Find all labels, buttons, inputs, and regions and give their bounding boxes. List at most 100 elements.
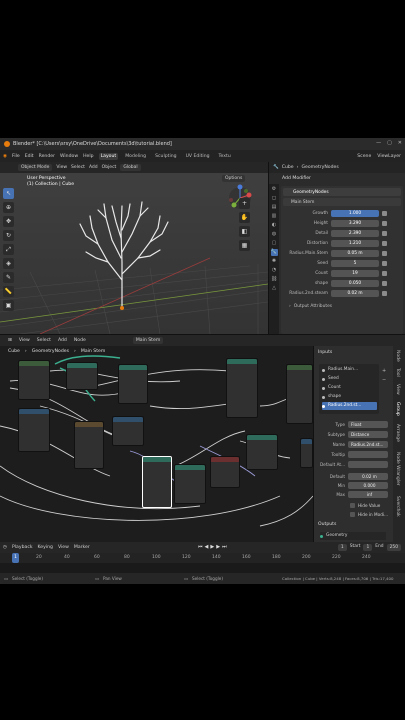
maximize-icon[interactable]: ▢ xyxy=(387,140,392,146)
modifier-tab-icon[interactable]: 🔧 xyxy=(270,249,278,256)
timeline-menu-marker[interactable]: Marker xyxy=(74,545,90,550)
pan-hand-icon[interactable]: ✋ xyxy=(239,212,250,223)
group-inputs-list[interactable]: Radius.Main... Seed Count shape Radius.2… xyxy=(319,364,379,414)
keyframe-icon[interactable] xyxy=(382,291,387,296)
subtype-field[interactable]: Subtype Distance xyxy=(316,430,392,438)
editor-type-icon[interactable]: ⊞ xyxy=(8,338,12,343)
default-attribute-field[interactable]: Default At... xyxy=(316,460,392,468)
workspace-tab-sculpting[interactable]: Sculpting xyxy=(153,153,178,160)
close-icon[interactable]: ✕ xyxy=(398,140,402,146)
tab-node[interactable]: Node xyxy=(395,350,400,362)
play-icon[interactable]: ▶ xyxy=(210,544,214,550)
minimize-icon[interactable]: — xyxy=(376,140,381,146)
cursor-icon[interactable]: ⊕ xyxy=(3,202,14,213)
node-noise-texture[interactable] xyxy=(74,421,104,469)
keyframe-icon[interactable] xyxy=(382,231,387,236)
output-item[interactable]: Geometry xyxy=(320,532,386,540)
zoom-icon[interactable]: + xyxy=(239,198,250,209)
workspace-tab-uv-editing[interactable]: UV Editing xyxy=(184,153,212,160)
viewport-menu-object[interactable]: Object xyxy=(102,165,117,170)
node-menu-select[interactable]: Select xyxy=(37,338,51,343)
render-tab-icon[interactable]: ◻ xyxy=(271,195,278,202)
menu-window[interactable]: Window xyxy=(60,154,78,159)
viewport-menu-add[interactable]: Add xyxy=(89,165,98,170)
keyframe-icon[interactable] xyxy=(382,281,387,286)
max-value-field[interactable]: Max inf xyxy=(316,490,392,498)
select-box-icon[interactable]: ↖ xyxy=(3,188,14,199)
output-tab-icon[interactable]: ▤ xyxy=(271,204,278,211)
field-detail[interactable]: Detail 2.390 xyxy=(285,229,403,238)
node-instance-on-points[interactable] xyxy=(142,456,172,508)
field-radius-2nd-steam[interactable]: Radius.2nd.steam 0.02 m xyxy=(285,289,403,298)
timeline-editor-icon[interactable]: ◷ xyxy=(3,545,7,550)
move-icon[interactable]: ✥ xyxy=(3,216,14,227)
node-group-dropdown[interactable]: Main Stem xyxy=(132,337,164,344)
keyframe-icon[interactable] xyxy=(382,251,387,256)
input-item[interactable]: shape xyxy=(322,393,377,401)
keyframe-icon[interactable] xyxy=(382,241,387,246)
tool-tab-icon[interactable]: ⚙ xyxy=(271,186,278,193)
playback-menu[interactable]: Playback xyxy=(12,545,33,550)
object-tab-icon[interactable]: ▢ xyxy=(271,240,278,247)
remove-input-icon[interactable]: − xyxy=(382,377,386,383)
input-item[interactable]: Radius.Main... xyxy=(322,366,377,374)
crumb-group[interactable]: Main Stem xyxy=(81,349,105,354)
next-keyframe-icon[interactable]: ▶ xyxy=(216,544,220,550)
data-tab-icon[interactable]: △ xyxy=(271,285,278,292)
scene-selector[interactable]: Scene xyxy=(357,154,371,159)
tab-node-wrangler[interactable]: Node Wrangler xyxy=(395,452,400,486)
name-field[interactable]: Name Radius.2nd.st... xyxy=(316,440,392,448)
jump-end-icon[interactable]: ⏭ xyxy=(222,544,227,550)
tab-sverchok[interactable]: Sverchok xyxy=(395,496,400,517)
grid-icon[interactable]: ▦ xyxy=(239,240,250,251)
node-group-selector[interactable]: Main Stem xyxy=(283,198,401,206)
field-radius-main-stem[interactable]: Radius.Main.Stem 0.05 m xyxy=(285,249,403,258)
keyframe-icon[interactable] xyxy=(382,211,387,216)
node-editor-canvas[interactable] xyxy=(0,346,313,542)
physics-tab-icon[interactable]: ◔ xyxy=(271,267,278,274)
node-join-geometry[interactable] xyxy=(226,358,258,418)
annotate-icon[interactable]: ✎ xyxy=(3,272,14,283)
node-menu-view[interactable]: View xyxy=(19,338,30,343)
keyframe-icon[interactable] xyxy=(382,221,387,226)
keyframe-icon[interactable] xyxy=(382,261,387,266)
tab-arrange[interactable]: Arrange xyxy=(395,424,400,442)
viewlayer-selector[interactable]: ViewLayer xyxy=(377,154,401,159)
timeline-ruler[interactable]: 20 40 60 80 100 120 140 160 180 200 220 … xyxy=(0,553,405,563)
tab-view[interactable]: View xyxy=(395,384,400,395)
menu-edit[interactable]: Edit xyxy=(25,154,34,159)
field-distortion[interactable]: Distortion 1.210 xyxy=(285,239,403,248)
input-item-active[interactable]: Radius.2nd.st... xyxy=(322,402,377,410)
outputs-section-title[interactable]: Outputs xyxy=(318,522,336,527)
add-cube-icon[interactable]: ▣ xyxy=(3,300,14,311)
hide-in-modifier-checkbox[interactable]: Hide in Modi... xyxy=(316,510,392,518)
node-group-output[interactable] xyxy=(286,364,313,424)
3d-viewport[interactable]: Object Mode View Select Add Object Globa… xyxy=(0,162,268,334)
timeline-body[interactable] xyxy=(0,563,405,573)
modifier-header[interactable]: GeometryNodes xyxy=(283,188,401,196)
node-group-input[interactable] xyxy=(18,360,50,400)
hide-value-checkbox[interactable]: Hide Value xyxy=(316,501,392,509)
measure-icon[interactable]: 📏 xyxy=(3,286,14,297)
workspace-tab-texture[interactable]: Textu xyxy=(217,153,233,160)
scale-icon[interactable]: ⤢ xyxy=(3,244,14,255)
node-curve-line[interactable] xyxy=(118,364,148,404)
min-value-field[interactable]: Min 0.000 xyxy=(316,481,392,489)
field-seed[interactable]: Seed 5 xyxy=(285,259,403,268)
field-count[interactable]: Count 19 xyxy=(285,269,403,278)
field-height[interactable]: Height 3.290 xyxy=(285,219,403,228)
camera-icon[interactable]: ◧ xyxy=(239,226,250,237)
end-frame-field[interactable]: 250 xyxy=(386,544,401,551)
node-realize-instances[interactable] xyxy=(174,464,206,504)
particles-tab-icon[interactable]: ✺ xyxy=(271,258,278,265)
current-frame-field[interactable]: 1 xyxy=(337,544,347,551)
node-menu-node[interactable]: Node xyxy=(74,338,86,343)
tab-group[interactable]: Group xyxy=(395,402,400,416)
blender-menu-icon[interactable]: ◉ xyxy=(3,154,7,159)
workspace-tab-layout[interactable]: Layout xyxy=(98,152,119,160)
node-set-position[interactable] xyxy=(66,362,98,390)
input-item[interactable]: Count xyxy=(322,384,377,392)
options-dropdown[interactable]: Options xyxy=(222,175,246,182)
rotate-icon[interactable]: ↻ xyxy=(3,230,14,241)
viewport-menu-view[interactable]: View xyxy=(56,165,67,170)
